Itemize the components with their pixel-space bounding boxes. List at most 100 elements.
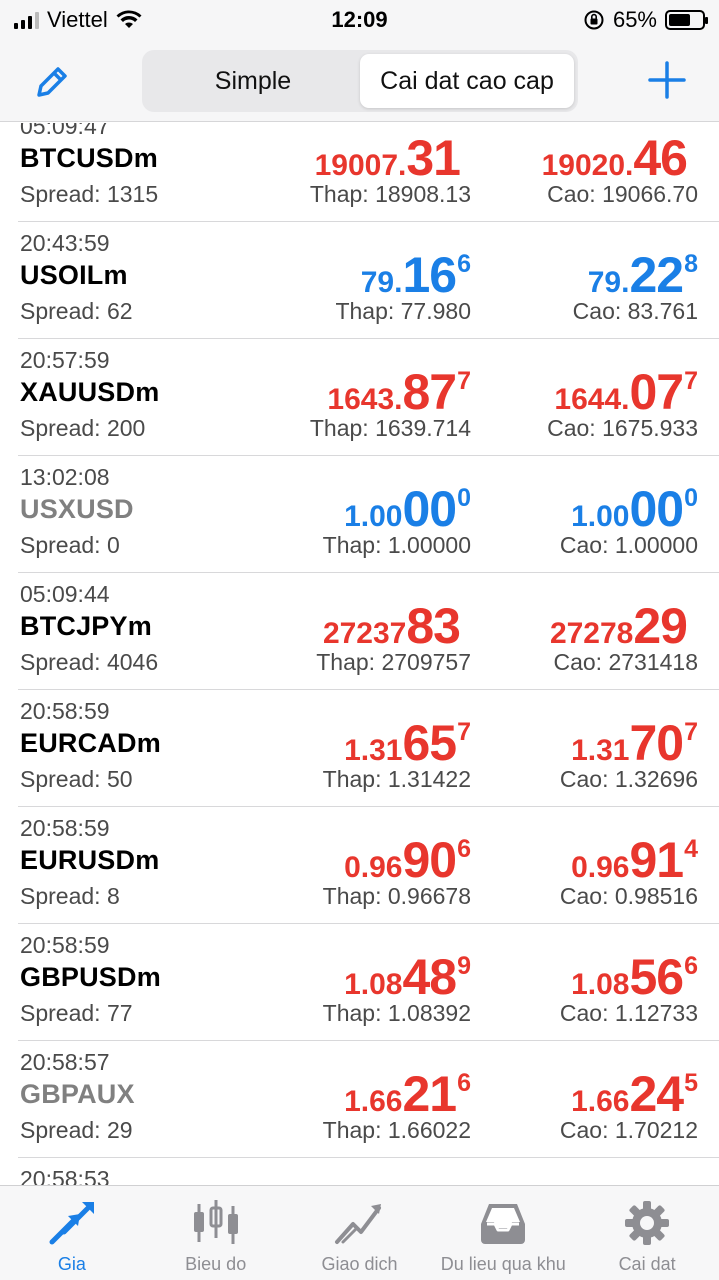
- view-mode-segmented-control: Simple Cai dat cao cap: [142, 50, 578, 112]
- spread-value: Spread: 62: [20, 298, 133, 324]
- quote-row[interactable]: 20:58:57 GBPAUX Spread: 29 1.66 21 6 1.66 24 5 Th…: [18, 1041, 719, 1158]
- ask-price-fraction: 4: [684, 835, 698, 863]
- quote-time: 20:58:53: [20, 1166, 110, 1185]
- ask-price-pips: 91: [629, 832, 684, 888]
- symbol-name: BTCUSDm: [20, 143, 158, 173]
- ask-price-pips: 46: [633, 130, 688, 186]
- high-value: Cao: 1.70212: [559, 1117, 698, 1143]
- high-value: Cao: 83.761: [572, 298, 698, 324]
- low-value: Thap: 0.96678: [322, 883, 471, 909]
- bid-price[interactable]: 79. 16 6: [361, 246, 471, 304]
- bid-price-fraction: 9: [457, 952, 471, 980]
- tab-quotes[interactable]: Gia: [0, 1186, 144, 1280]
- spread-value: Spread: 50: [20, 766, 133, 792]
- low-value: Thap: 1.31422: [322, 766, 471, 792]
- tab-chart-label: Bieu do: [185, 1254, 247, 1274]
- bid-price[interactable]: 27237 83: [323, 597, 471, 655]
- bid-price[interactable]: 1.31 65 7: [344, 714, 471, 772]
- segment-advanced[interactable]: Cai dat cao cap: [360, 54, 574, 108]
- ask-price-prefix: 1.66: [571, 1085, 630, 1118]
- symbol-name: GBPAUX: [20, 1079, 135, 1109]
- bid-price-fraction: 6: [457, 250, 471, 278]
- symbol-name: EURUSDm: [20, 845, 160, 875]
- ask-price[interactable]: 27278 29: [550, 597, 698, 655]
- quote-row[interactable]: 20:57:59 XAUUSDm Spread: 200 1643. 87 7 1644. 0…: [18, 339, 719, 456]
- ask-price-pips: 29: [633, 598, 688, 654]
- symbol-name: BTCJPYm: [20, 611, 152, 641]
- status-bar: Viettel 12:09 65%: [0, 0, 719, 40]
- quote-row[interactable]: 20:58:59 EURCADm Spread: 50 1.31 65 7 1.31 70 7 T…: [18, 690, 719, 807]
- quote-row[interactable]: 20:58:59 EURUSDm Spread: 8 0.96 90 6 0.96 91 4 Th…: [18, 807, 719, 924]
- ask-price[interactable]: 1644. 07 7: [554, 363, 698, 421]
- bid-price[interactable]: 1.66 21 6: [344, 1065, 471, 1123]
- bid-price-pips: 83: [406, 598, 461, 654]
- bid-price-prefix: 27237: [322, 617, 407, 650]
- quote-row[interactable]: 05:09:44 BTCJPYm Spread: 4046 27237 83 27278 2…: [18, 573, 719, 690]
- bid-price[interactable]: 1.08 48 9: [344, 948, 471, 1006]
- bid-price-prefix: 1.00: [344, 500, 403, 533]
- ask-price[interactable]: 1.66 24 5: [571, 1065, 698, 1123]
- ask-price-fraction: 5: [684, 1069, 698, 1097]
- tab-history[interactable]: Du lieu qua khu: [431, 1186, 575, 1280]
- ask-price-fraction: 6: [684, 952, 698, 980]
- plus-icon[interactable]: [645, 58, 689, 102]
- bid-price-fraction: 7: [457, 718, 471, 746]
- bid-price-fraction: 6: [457, 835, 471, 863]
- ask-price[interactable]: 1.08 56 6: [571, 948, 698, 1006]
- quote-row[interactable]: 05:09:47 BTCUSDm Spread: 1315 19007. 31 19020…: [18, 123, 719, 222]
- tab-trade[interactable]: Giao dich: [288, 1186, 432, 1280]
- ask-price[interactable]: 1.31 70 7: [571, 714, 698, 772]
- quotes-arrows-icon: [49, 1202, 94, 1245]
- bid-price[interactable]: 0.96 90 6: [344, 831, 471, 889]
- quote-row[interactable]: 20:43:59 USOILm Spread: 62 79. 16 6 79. 22 8 Thap…: [18, 222, 719, 339]
- bid-price-pips: 16: [402, 247, 457, 303]
- tab-chart[interactable]: Bieu do: [144, 1186, 288, 1280]
- candlestick-chart-icon: [193, 1200, 238, 1244]
- quote-time: 20:58:57: [20, 1049, 110, 1075]
- low-value: Thap: 18908.13: [309, 181, 471, 207]
- pencil-icon[interactable]: [30, 60, 74, 104]
- high-value: Cao: 1.12733: [559, 1000, 698, 1026]
- quote-time: 13:02:08: [20, 464, 110, 490]
- ask-price[interactable]: 1.00 00 0: [571, 480, 698, 538]
- quote-row[interactable]: 13:02:08 USXUSD Spread: 0 1.00 00 0 1.00 00 0 Tha…: [18, 456, 719, 573]
- quote-time: 05:09:44: [20, 581, 110, 607]
- ask-price-prefix: 19020.: [541, 149, 634, 182]
- low-value: Thap: 1.08392: [322, 1000, 471, 1026]
- high-value: Cao: 1.32696: [559, 766, 698, 792]
- tab-bar: Gia Bieu do Giao dich Du lieu qua khu Ca…: [0, 1185, 719, 1280]
- ask-price-pips: 07: [629, 364, 684, 420]
- quote-time: 20:58:59: [20, 698, 110, 724]
- bid-price-prefix: 1.31: [344, 734, 403, 767]
- symbol-name: USXUSD: [20, 494, 134, 524]
- ask-price-prefix: 1.08: [571, 968, 630, 1001]
- quote-time: 20:57:59: [20, 347, 110, 373]
- symbol-name: GBPUSDm: [20, 962, 161, 992]
- bid-price-fraction: 0: [457, 484, 471, 512]
- symbol-name: USOILm: [20, 260, 128, 290]
- bid-price[interactable]: 1643. 87 7: [327, 363, 471, 421]
- spread-value: Spread: 29: [20, 1117, 133, 1143]
- high-value: Cao: 1.00000: [559, 532, 698, 558]
- bid-price-pips: 48: [402, 949, 457, 1005]
- ask-price-pips: 56: [629, 949, 684, 1005]
- bid-price[interactable]: 19007. 31: [315, 129, 471, 187]
- ask-price-prefix: 27278: [549, 617, 634, 650]
- quote-row[interactable]: 20:58:53: [18, 1158, 719, 1185]
- bid-price-pips: 00: [402, 481, 457, 537]
- bid-price[interactable]: 1.00 00 0: [344, 480, 471, 538]
- ask-price[interactable]: 79. 22 8: [588, 246, 698, 304]
- ask-price[interactable]: 19020. 46: [542, 129, 698, 187]
- segment-simple[interactable]: Simple: [146, 54, 360, 108]
- ask-price[interactable]: 0.96 91 4: [571, 831, 698, 889]
- tab-settings[interactable]: Cai dat: [575, 1186, 719, 1280]
- quote-row[interactable]: 20:58:59 GBPUSDm Spread: 77 1.08 48 9 1.08 56 6 T…: [18, 924, 719, 1041]
- high-value: Cao: 0.98516: [559, 883, 698, 909]
- bid-price-pips: 31: [406, 130, 461, 186]
- high-value: Cao: 2731418: [553, 649, 698, 675]
- bid-price-prefix: 1.66: [344, 1085, 403, 1118]
- quotes-list[interactable]: 05:09:47 BTCUSDm Spread: 1315 19007. 31 19020…: [0, 123, 719, 1185]
- spread-value: Spread: 77: [20, 1000, 133, 1026]
- ask-price-prefix: 1644.: [554, 383, 630, 416]
- ask-price-fraction: 0: [684, 484, 698, 512]
